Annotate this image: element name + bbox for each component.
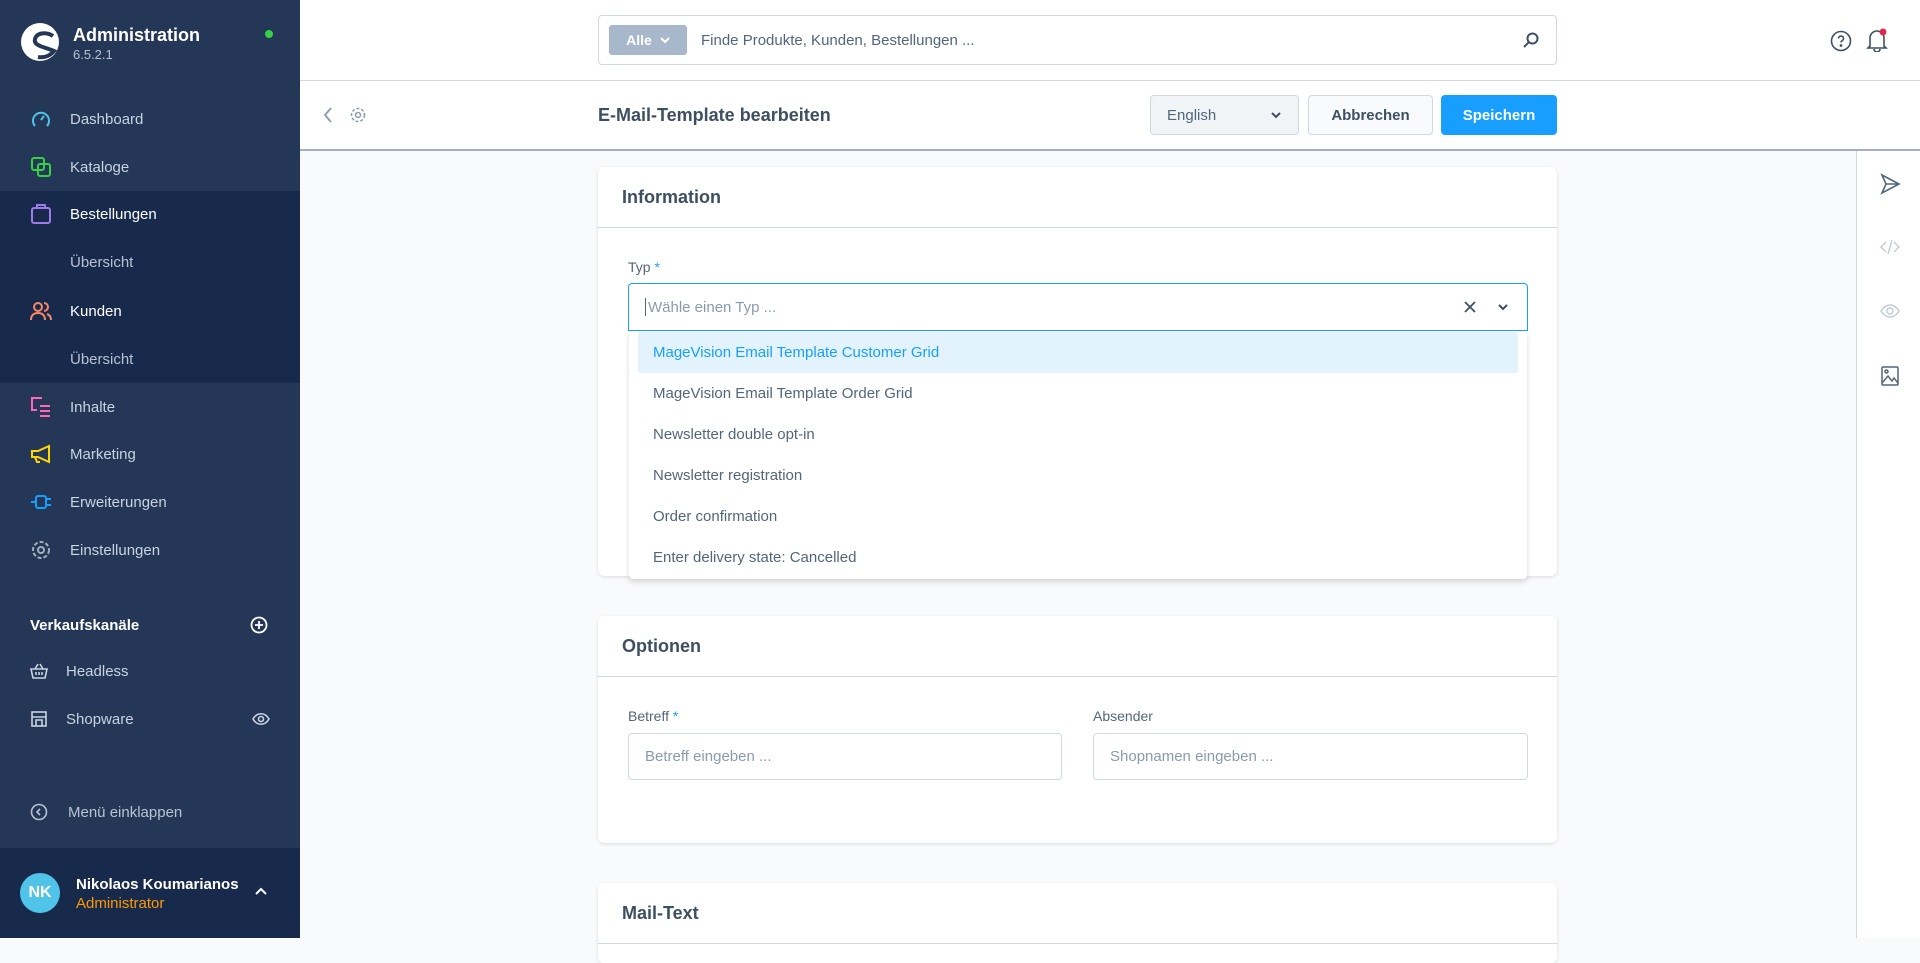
- subject-label: Betreff *: [628, 708, 678, 724]
- nav-label: Bestellungen: [70, 205, 157, 223]
- chevron-up-icon[interactable]: [254, 886, 268, 896]
- sidebar-item-inhalte[interactable]: Inhalte: [0, 385, 300, 429]
- information-title: Information: [598, 167, 1557, 228]
- storefront-icon: [31, 711, 47, 727]
- eye-icon[interactable]: [252, 712, 270, 726]
- smart-bar: [300, 81, 1920, 151]
- sidebar-item-dashboard[interactable]: Dashboard: [0, 97, 300, 141]
- language-select[interactable]: English: [1150, 95, 1299, 135]
- app-version: 6.5.2.1: [73, 47, 113, 62]
- basket-icon: [30, 663, 48, 679]
- chevron-down-icon: [660, 37, 670, 44]
- search-input[interactable]: [701, 31, 1522, 49]
- back-arrow-icon[interactable]: [322, 106, 334, 124]
- type-select[interactable]: Wähle einen Typ ...: [628, 283, 1528, 331]
- nav-label: Übersicht: [70, 350, 134, 368]
- page-title: E-Mail-Template bearbeiten: [598, 105, 831, 125]
- sidebar-subitem-bestellungen-uebersicht[interactable]: Übersicht: [0, 240, 300, 284]
- nav-label: Übersicht: [70, 253, 134, 271]
- code-icon[interactable]: [1879, 236, 1901, 258]
- sidebar-item-erweiterungen[interactable]: Erweiterungen: [0, 480, 300, 524]
- nav-label: Kataloge: [70, 158, 130, 176]
- required-marker: *: [672, 708, 679, 724]
- dropdown-option[interactable]: Enter delivery state: Cancelled: [638, 537, 1518, 578]
- subject-input[interactable]: Betreff eingeben ...: [628, 733, 1062, 780]
- app-title: Administration: [73, 25, 201, 45]
- sales-channel-headless[interactable]: Headless: [0, 651, 300, 691]
- nav-label: Erweiterungen: [70, 493, 167, 511]
- add-sales-channel-icon[interactable]: [250, 616, 268, 634]
- content-icon: [31, 397, 50, 417]
- mail-text-card: Mail-Text: [598, 883, 1557, 963]
- dropdown-option[interactable]: Newsletter double opt-in: [638, 414, 1518, 455]
- sidebar-item-bestellungen[interactable]: Bestellungen: [0, 192, 300, 236]
- subject-label-text: Betreff: [628, 708, 669, 724]
- avatar[interactable]: NK: [20, 873, 60, 913]
- cancel-button[interactable]: Abbrechen: [1308, 95, 1433, 135]
- mail-text-title: Mail-Text: [598, 883, 1557, 944]
- settings-gear-icon[interactable]: [349, 106, 367, 124]
- help-icon[interactable]: [1830, 30, 1852, 52]
- status-dot: [265, 30, 273, 38]
- type-label-text: Typ: [628, 259, 651, 275]
- nav-label: Kunden: [70, 302, 122, 320]
- dropdown-option[interactable]: MageVision Email Template Customer Grid: [638, 332, 1518, 373]
- sidebar-subitem-kunden-uebersicht[interactable]: Übersicht: [0, 337, 300, 381]
- sender-input[interactable]: Shopnamen eingeben ...: [1093, 733, 1528, 780]
- gear-icon: [32, 541, 50, 559]
- channel-label: Headless: [66, 662, 129, 680]
- sidebar: Administration 6.5.2.1 Dashboard Katalog…: [0, 0, 300, 938]
- chevron-left-circle-icon: [30, 803, 48, 821]
- text-cursor: [645, 298, 646, 316]
- nav-label: Marketing: [70, 445, 136, 463]
- dashboard-icon: [32, 111, 50, 127]
- chevron-down-icon[interactable]: [1497, 302, 1509, 312]
- shopping-bag-icon: [31, 204, 51, 224]
- dropdown-option[interactable]: Newsletter registration: [638, 455, 1518, 496]
- sidebar-item-einstellungen[interactable]: Einstellungen: [0, 528, 300, 572]
- search-icon[interactable]: [1522, 31, 1540, 49]
- dropdown-option[interactable]: MageVision Email Template Order Grid: [638, 373, 1518, 414]
- user-name: Nikolaos Koumarianos: [76, 876, 239, 893]
- send-icon[interactable]: [1879, 173, 1901, 195]
- global-search: Alle: [598, 15, 1557, 65]
- collapse-menu-button[interactable]: Menü einklappen: [30, 803, 182, 821]
- nav-label: Dashboard: [70, 110, 144, 128]
- type-placeholder: Wähle einen Typ ...: [648, 298, 777, 316]
- chevron-down-icon: [1271, 112, 1281, 119]
- nav-label: Einstellungen: [70, 541, 161, 559]
- user-role: Administrator: [76, 895, 165, 912]
- save-button[interactable]: Speichern: [1441, 95, 1557, 135]
- users-icon: [30, 302, 52, 321]
- required-marker: *: [654, 259, 660, 275]
- sidebar-item-kataloge[interactable]: Kataloge: [0, 145, 300, 189]
- media-image-icon[interactable]: [1879, 365, 1901, 387]
- megaphone-icon: [31, 444, 50, 464]
- sidebar-item-marketing[interactable]: Marketing: [0, 432, 300, 476]
- plug-icon: [31, 495, 51, 509]
- shopware-logo[interactable]: [20, 22, 60, 62]
- search-type-select[interactable]: Alle: [609, 25, 687, 55]
- language-value: English: [1167, 106, 1217, 124]
- sender-label: Absender: [1093, 708, 1153, 724]
- search-type-label: Alle: [626, 32, 652, 48]
- sales-channels-title: Verkaufskanäle: [30, 617, 140, 634]
- dropdown-option[interactable]: Order confirmation: [638, 496, 1518, 537]
- nav-label: Inhalte: [70, 398, 116, 416]
- right-sidebar: [1856, 151, 1920, 938]
- channel-label: Shopware: [66, 710, 134, 728]
- clear-icon[interactable]: [1463, 300, 1477, 314]
- type-dropdown: MageVision Email Template Customer Grid …: [629, 331, 1527, 579]
- preview-eye-icon[interactable]: [1879, 300, 1901, 322]
- collapse-label: Menü einklappen: [68, 803, 183, 821]
- catalog-icon: [31, 157, 51, 177]
- sidebar-item-kunden[interactable]: Kunden: [0, 289, 300, 333]
- type-label: Typ *: [628, 259, 660, 275]
- options-title: Optionen: [598, 616, 1557, 677]
- notification-bell-icon[interactable]: [1866, 28, 1888, 52]
- options-card: Optionen: [598, 616, 1557, 843]
